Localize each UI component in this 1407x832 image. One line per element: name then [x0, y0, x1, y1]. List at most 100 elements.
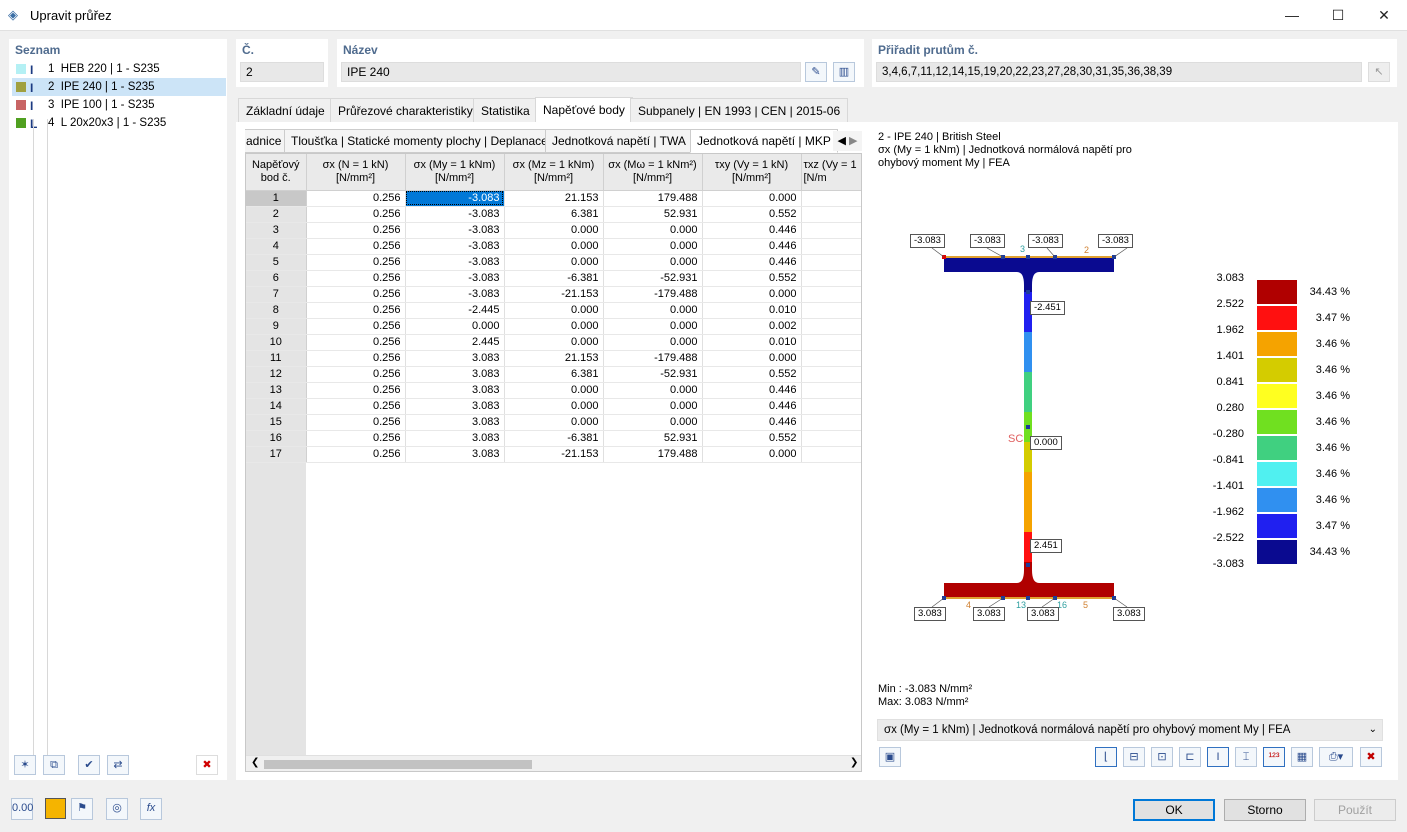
- table-cell[interactable]: 0.000: [504, 254, 604, 271]
- table-row[interactable]: 3 0.256 -3.083 0.000 0.000 0.446: [246, 222, 861, 239]
- table-cell[interactable]: [801, 382, 861, 399]
- table-cell[interactable]: 2.445: [405, 334, 505, 351]
- subtab-thickness[interactable]: Tloušťka | Statické momenty plochy | Dep…: [284, 129, 555, 153]
- row-number[interactable]: 15: [246, 414, 307, 431]
- table-cell[interactable]: 0.552: [702, 430, 802, 447]
- table-cell[interactable]: 3.083: [405, 382, 505, 399]
- table-cell[interactable]: 0.000: [504, 222, 604, 239]
- table-cell[interactable]: 0.002: [702, 318, 802, 335]
- tab-stress-points[interactable]: Napěťové body: [535, 97, 633, 123]
- column-header[interactable]: σx (Mz = 1 kNm) [N/mm²]: [504, 154, 604, 191]
- table-cell[interactable]: 0.000: [702, 446, 802, 463]
- table-cell[interactable]: 0.000: [603, 414, 703, 431]
- tab-scroll-left-icon[interactable]: ◀: [838, 135, 846, 147]
- table-cell[interactable]: 6.381: [504, 206, 604, 223]
- table-cell[interactable]: 0.000: [702, 190, 802, 207]
- view-icon[interactable]: ◎: [106, 798, 128, 820]
- table-cell[interactable]: 0.010: [702, 302, 802, 319]
- table-cell[interactable]: [801, 302, 861, 319]
- list-item[interactable]: L 4 L 20x20x3 | 1 - S235: [12, 114, 226, 132]
- row-number[interactable]: 9: [246, 318, 307, 335]
- scroll-thumb[interactable]: [264, 760, 532, 769]
- table-cell[interactable]: 179.488: [603, 190, 703, 207]
- table-row[interactable]: 13 0.256 3.083 0.000 0.000 0.446: [246, 382, 861, 399]
- table-cell[interactable]: 0.000: [504, 238, 604, 255]
- table-cell[interactable]: [801, 238, 861, 255]
- table-row[interactable]: 7 0.256 -3.083 -21.153 -179.488 0.000: [246, 286, 861, 303]
- table-cell[interactable]: 0.256: [306, 334, 406, 351]
- table-cell[interactable]: -3.083: [405, 190, 505, 207]
- table-cell[interactable]: -3.083: [405, 238, 505, 255]
- table-cell[interactable]: -6.381: [504, 430, 604, 447]
- table-cell[interactable]: 6.381: [504, 366, 604, 383]
- row-number[interactable]: 5: [246, 254, 307, 271]
- table-cell[interactable]: 21.153: [504, 350, 604, 367]
- table-cell[interactable]: 0.000: [504, 334, 604, 351]
- row-number[interactable]: 11: [246, 350, 307, 367]
- view-section-icon[interactable]: ⌊: [1095, 747, 1117, 767]
- table-cell[interactable]: 3.083: [405, 414, 505, 431]
- table-cell[interactable]: -3.083: [405, 286, 505, 303]
- table-cell[interactable]: 0.552: [702, 206, 802, 223]
- table-cell[interactable]: 0.446: [702, 382, 802, 399]
- name-field[interactable]: IPE 240: [341, 62, 801, 82]
- table-cell[interactable]: -3.083: [405, 206, 505, 223]
- check-icon[interactable]: ✔: [78, 755, 100, 775]
- tab-scroll-right-icon[interactable]: ▶: [849, 135, 857, 147]
- ok-button[interactable]: OK: [1133, 799, 1215, 821]
- pick-members-icon[interactable]: ↖: [1368, 62, 1390, 82]
- table-cell[interactable]: [801, 318, 861, 335]
- table-cell[interactable]: [801, 350, 861, 367]
- table-row[interactable]: 6 0.256 -3.083 -6.381 -52.931 0.552: [246, 270, 861, 287]
- horizontal-scrollbar[interactable]: ❮ ❯: [246, 755, 861, 771]
- table-cell[interactable]: 0.256: [306, 414, 406, 431]
- table-row[interactable]: 16 0.256 3.083 -6.381 52.931 0.552: [246, 430, 861, 447]
- column-header[interactable]: τxz (Vy = 1 [N/m: [801, 154, 861, 191]
- table-cell[interactable]: 0.256: [306, 318, 406, 335]
- table-cell[interactable]: 0.256: [306, 254, 406, 271]
- table-cell[interactable]: [801, 270, 861, 287]
- column-header[interactable]: σx (N = 1 kN) [N/mm²]: [306, 154, 406, 191]
- table-cell[interactable]: 0.000: [504, 398, 604, 415]
- table-cell[interactable]: [801, 334, 861, 351]
- table-cell[interactable]: [801, 222, 861, 239]
- row-number[interactable]: 12: [246, 366, 307, 383]
- table-cell[interactable]: 0.256: [306, 366, 406, 383]
- export-graphic-icon[interactable]: ▣: [879, 747, 901, 767]
- table-cell[interactable]: [801, 254, 861, 271]
- table-cell[interactable]: -21.153: [504, 446, 604, 463]
- delete-icon[interactable]: ✖: [196, 755, 218, 775]
- library-icon[interactable]: ▥: [833, 62, 855, 82]
- row-number[interactable]: 1: [246, 190, 307, 207]
- table-cell[interactable]: 0.446: [702, 398, 802, 415]
- axes-icon[interactable]: ⊡: [1151, 747, 1173, 767]
- table-cell[interactable]: [801, 206, 861, 223]
- table-cell[interactable]: 0.000: [603, 222, 703, 239]
- table-cell[interactable]: 0.010: [702, 334, 802, 351]
- stress-points-icon[interactable]: ⊏: [1179, 747, 1201, 767]
- table-cell[interactable]: 0.256: [306, 206, 406, 223]
- table-cell[interactable]: 0.000: [504, 302, 604, 319]
- table-cell[interactable]: 0.256: [306, 270, 406, 287]
- table-cell[interactable]: 0.000: [702, 286, 802, 303]
- table-cell[interactable]: 3.083: [405, 430, 505, 447]
- copy-section-icon[interactable]: ⧉: [43, 755, 65, 775]
- table-cell[interactable]: 0.000: [504, 382, 604, 399]
- dimension-icon[interactable]: ⊟: [1123, 747, 1145, 767]
- row-number[interactable]: 14: [246, 398, 307, 415]
- table-cell[interactable]: -179.488: [603, 286, 703, 303]
- maximize-button[interactable]: ☐: [1315, 0, 1361, 31]
- table-row[interactable]: 2 0.256 -3.083 6.381 52.931 0.552: [246, 206, 861, 223]
- table-row[interactable]: 15 0.256 3.083 0.000 0.000 0.446: [246, 414, 861, 431]
- table-row[interactable]: 9 0.256 0.000 0.000 0.000 0.002: [246, 318, 861, 335]
- table-row[interactable]: 5 0.256 -3.083 0.000 0.000 0.446: [246, 254, 861, 271]
- section-outline-icon[interactable]: Ι: [1207, 747, 1229, 767]
- row-number[interactable]: 10: [246, 334, 307, 351]
- function-icon[interactable]: fx: [140, 798, 162, 820]
- check-renumber-icon[interactable]: ⇄: [107, 755, 129, 775]
- table-cell[interactable]: [801, 286, 861, 303]
- tab-section-properties[interactable]: Průřezové charakteristiky: [330, 98, 481, 122]
- cancel-button[interactable]: Storno: [1224, 799, 1306, 821]
- row-number[interactable]: 17: [246, 446, 307, 463]
- column-header[interactable]: σx (My = 1 kNm) [N/mm²]: [405, 154, 505, 191]
